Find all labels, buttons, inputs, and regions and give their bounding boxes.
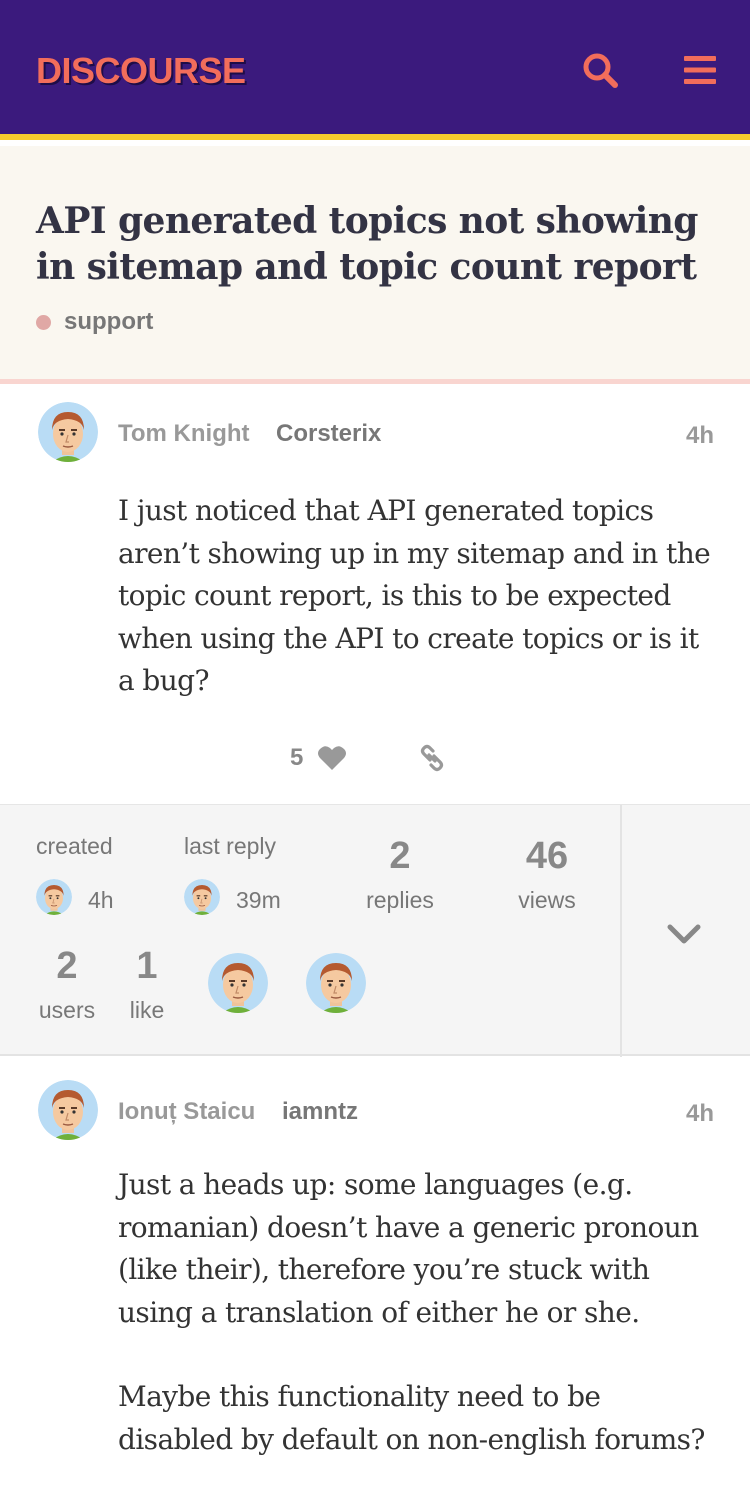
site-header: DISCOURSE xyxy=(0,0,750,140)
topic-title-area: API generated topics not showing in site… xyxy=(0,146,750,384)
replies-label: replies xyxy=(366,887,434,913)
post-actions: 5 xyxy=(290,740,447,776)
post-body: I just noticed that API generated topics… xyxy=(118,490,718,703)
replies-count: 2 xyxy=(389,835,411,877)
topic-title[interactable]: API generated topics not showing in site… xyxy=(36,198,716,290)
created-time: 4h xyxy=(88,887,114,913)
site-logo[interactable]: DISCOURSE xyxy=(36,50,246,92)
last-reply-time: 39m xyxy=(236,887,281,913)
last-reply-avatar[interactable] xyxy=(184,879,220,915)
views-count: 46 xyxy=(525,835,569,877)
post-paragraph: Just a heads up: some languages (e.g. ro… xyxy=(118,1168,699,1329)
category-name: support xyxy=(64,308,154,335)
author-full-name[interactable]: Tom Knight xyxy=(118,420,250,448)
topic-map-divider xyxy=(620,805,622,1057)
category-badge[interactable]: support xyxy=(36,308,153,336)
participant-avatar[interactable] xyxy=(306,953,366,1013)
likes-count: 1 xyxy=(136,945,158,987)
likes-label: like xyxy=(129,997,165,1023)
author-username[interactable]: iamntz xyxy=(282,1098,358,1126)
avatar[interactable] xyxy=(38,1080,98,1140)
avatar[interactable] xyxy=(38,402,98,462)
views-label: views xyxy=(518,887,576,913)
created-avatar[interactable] xyxy=(36,879,72,915)
heart-icon[interactable] xyxy=(317,744,347,772)
link-icon[interactable] xyxy=(417,743,447,773)
topic-map: created 4h last reply 39m 2 replies 46 v… xyxy=(0,804,750,1057)
hamburger-menu-icon[interactable] xyxy=(680,50,720,90)
users-label: users xyxy=(38,997,96,1023)
chevron-down-icon[interactable] xyxy=(664,915,704,955)
post-body: Just a heads up: some languages (e.g. ro… xyxy=(118,1164,718,1461)
created-label: created xyxy=(36,833,113,859)
users-count: 2 xyxy=(56,945,78,987)
author-username[interactable]: Corsterix xyxy=(276,420,381,448)
last-reply-label: last reply xyxy=(184,833,277,859)
post-time[interactable]: 4h xyxy=(686,1100,714,1128)
post-time[interactable]: 4h xyxy=(686,422,714,450)
post-paragraph: I just noticed that API generated topics… xyxy=(118,494,711,697)
search-icon[interactable] xyxy=(580,50,620,90)
like-count[interactable]: 5 xyxy=(290,744,303,772)
author-full-name[interactable]: Ionuț Staicu xyxy=(118,1098,255,1126)
participant-avatar[interactable] xyxy=(208,953,268,1013)
post-paragraph: Maybe this functionality need to be disa… xyxy=(118,1380,705,1456)
post: Ionuț Staicu iamntz 4h Just a heads up: … xyxy=(0,1058,750,1498)
category-color-dot xyxy=(36,314,51,330)
